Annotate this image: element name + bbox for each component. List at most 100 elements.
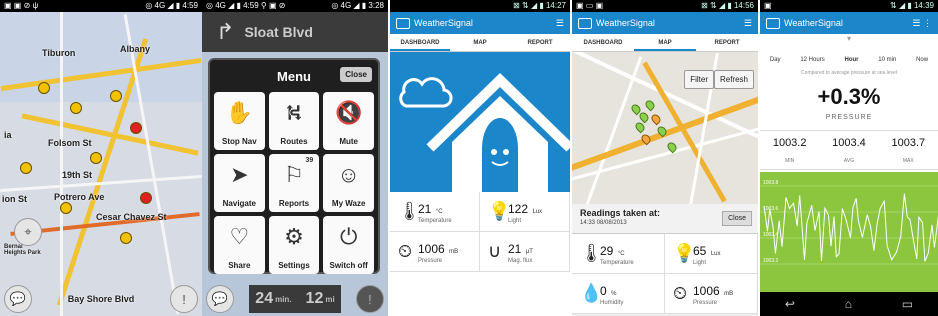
menu-item-switch-off[interactable]: ⏻ Switch off <box>323 216 374 274</box>
menu-item-mute[interactable]: 🔇 Mute <box>323 92 374 150</box>
menu-item-label: Share <box>228 261 251 270</box>
reading-pressure: ⏲ 1006 mB Pressure <box>665 274 758 314</box>
waze-map-screen: ▣ ▣ ⊘ ψ ◎ 4G ◢ ▮ 4:59 Tiburon Albany Fol… <box>0 0 202 316</box>
reading-unit: Lux <box>532 208 543 215</box>
tab-map[interactable]: MAP <box>450 34 510 51</box>
menu-item-share[interactable]: ♡ Share <box>214 216 265 274</box>
settings-sliders-icon[interactable]: ☰ <box>912 18 920 28</box>
reading-value: 21 <box>508 241 522 256</box>
stat-label: MAX <box>902 158 914 164</box>
waze-menu-button[interactable]: 💬 <box>4 285 32 313</box>
status-bar: ◎ 4G ◢ ▮ 4:59 ⚲ ▣ ⊘ ◎ 4G ◢ ▮ 3:28 <box>202 0 388 12</box>
report-pin[interactable] <box>120 232 132 244</box>
app-title: WeatherSignal <box>414 18 473 28</box>
menu-item-settings[interactable]: ⚙ Settings <box>268 216 320 274</box>
range-tab-hour[interactable]: Hour <box>844 57 858 63</box>
home-icon[interactable]: ⌂ <box>845 297 852 311</box>
eta-time: 24 <box>255 290 274 307</box>
reading-temperature: 🌡 21 °C Temperature <box>390 192 480 232</box>
overflow-menu-icon[interactable]: ⋮ <box>923 18 932 28</box>
range-tab-10-min[interactable]: 10 min <box>878 57 896 63</box>
waze-menu-button[interactable]: 💬 <box>206 285 234 313</box>
system-nav-bar: ↩ ⌂ ▭ <box>760 292 938 316</box>
settings-sliders-icon[interactable]: ☰ <box>556 18 564 29</box>
hand-stop-icon: ✋ <box>225 100 254 125</box>
menu-item-label: Routes <box>280 137 308 146</box>
refresh-button[interactable]: Refresh <box>713 70 754 89</box>
tab-map[interactable]: MAP <box>634 34 696 51</box>
menu-item-navigate[interactable]: ➤ Navigate <box>214 154 265 212</box>
status-icons: ◎ 4G ◢ ▮ 4:59 ⚲ ▣ ⊘ <box>206 1 286 10</box>
count-badge: 39 <box>305 157 314 164</box>
reading-marker[interactable] <box>649 112 663 126</box>
menu-item-label: Reports <box>278 199 310 208</box>
report-pin[interactable] <box>60 202 72 214</box>
report-pin[interactable] <box>70 102 82 114</box>
weather-dashboard-screen: ⊠ ⇅ ◢ ▮ 14:27 WeatherSignal ☰ DASHBOARD … <box>390 0 570 316</box>
reading-temperature: 🌡 29 °C Temperature <box>572 234 665 274</box>
alert-pin-icon: ! <box>368 291 372 307</box>
reading-unit: mB <box>449 248 459 255</box>
stat-avg: 1003.4 AVG <box>819 131 878 169</box>
reading-marker[interactable] <box>643 98 657 112</box>
menu-item-stop-nav[interactable]: ✋ Stop Nav <box>214 92 265 150</box>
report-button[interactable]: ! <box>355 285 384 313</box>
tab-report[interactable]: REPORT <box>696 34 758 51</box>
menu-item-reports[interactable]: ⚐ Reports 39 <box>268 154 320 212</box>
range-tab-12-hours[interactable]: 12 Hours <box>800 57 824 63</box>
status-bar: ▣ ▣ ⊘ ψ ◎ 4G ◢ ▮ 4:59 <box>0 0 202 12</box>
readings-header: Readings taken at: 14:33 08/08/2013 Clos… <box>572 204 758 234</box>
map-canvas[interactable]: Tiburon Albany Folsom St ia 19th St ion … <box>0 12 202 316</box>
range-tab-day[interactable]: Day <box>770 57 781 63</box>
y-tick-label: 1003.2 <box>763 258 779 264</box>
reading-name: Temperature <box>600 259 634 266</box>
range-tab-now[interactable]: Now <box>916 57 928 63</box>
filter-button[interactable]: Filter <box>684 70 714 89</box>
tab-report[interactable]: REPORT <box>510 34 570 51</box>
eta-distance: 12 <box>305 290 324 307</box>
report-pin[interactable] <box>20 162 32 174</box>
close-button[interactable]: Close <box>340 67 372 82</box>
share-icon: ♡ <box>229 224 250 249</box>
reading-value: 21 <box>418 201 432 216</box>
recent-apps-icon[interactable]: ▭ <box>902 297 913 311</box>
report-pin[interactable] <box>110 90 122 102</box>
menu-item-label: My Waze <box>331 199 366 208</box>
settings-icon: ⚙ <box>284 224 304 249</box>
report-pin[interactable] <box>140 192 152 204</box>
reading-unit: Lux <box>710 250 721 257</box>
settings-sliders-icon[interactable]: ☰ <box>744 18 752 29</box>
menu-item-routes[interactable]: ⛕ Routes <box>268 92 320 150</box>
reading-unit: °C <box>617 250 625 257</box>
eta-box[interactable]: 24 min. 12 mi <box>249 285 341 313</box>
compare-note: Compared to average pressure at sea leve… <box>801 70 897 76</box>
stat-value: 1003.2 <box>772 137 807 149</box>
reading-unit: °C <box>435 208 443 215</box>
navigate-icon: ➤ <box>230 162 249 187</box>
reading-value: 0 <box>600 283 607 298</box>
reading-value: 122 <box>508 201 529 216</box>
status-right: ⊠ ⇅ ◢ ▮ 14:27 <box>513 1 566 10</box>
reading-humidity: 💧 0 % Humidity <box>572 274 665 314</box>
close-button[interactable]: Close <box>722 211 752 226</box>
map-label: Tiburon <box>42 48 76 58</box>
back-icon[interactable]: ↩ <box>785 297 795 311</box>
tab-dashboard[interactable]: DASHBOARD <box>390 34 450 51</box>
menu-item-my-waze[interactable]: ☺ My Waze <box>323 154 374 212</box>
report-pin[interactable] <box>130 122 142 134</box>
reading-mag-flux: ∪ 21 μT Mag. flux <box>480 232 570 272</box>
recenter-button[interactable]: ⌖ <box>14 218 42 246</box>
menu-title: Menu <box>277 68 311 84</box>
report-button[interactable]: ! <box>170 285 198 313</box>
reading-unit: % <box>611 290 617 297</box>
tab-dashboard[interactable]: DASHBOARD <box>572 34 634 51</box>
weather-pressure-screen: ▣ ⇅ ◢ ▮ 14:39 WeatherSignal ☰ ⋮ ▾ Day 12 H… <box>760 0 938 316</box>
report-pin[interactable] <box>90 152 102 164</box>
thermometer-icon: 🌡 <box>398 201 421 221</box>
reading-pressure: ⏲ 1006 mB Pressure <box>390 232 480 272</box>
report-pin[interactable] <box>38 82 50 94</box>
street-name: Sloat Blvd <box>244 24 313 40</box>
status-bar: ▣ ⇅ ◢ ▮ 14:39 <box>760 0 938 12</box>
map-label: Cesar Chavez St <box>96 212 167 222</box>
reading-light: 💡 65 Lux Light <box>665 234 758 274</box>
